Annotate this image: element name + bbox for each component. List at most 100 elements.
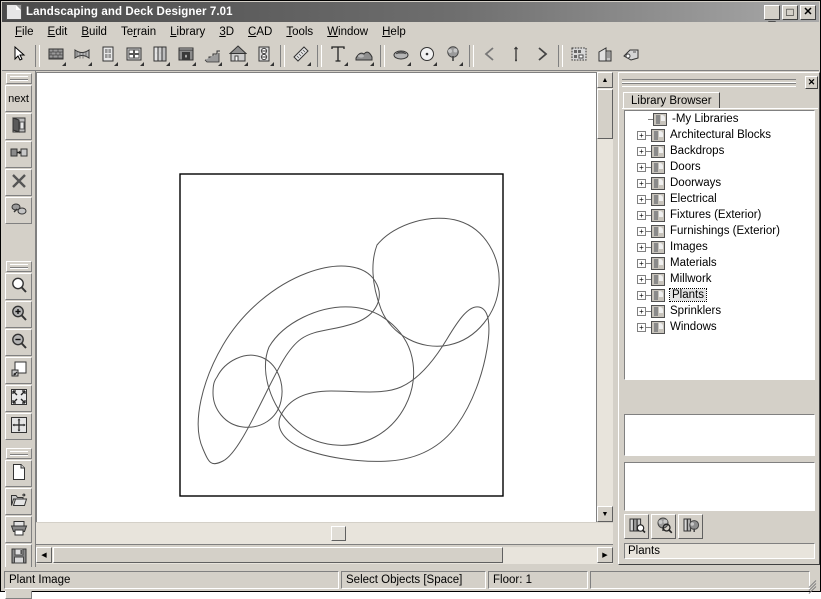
- door-tool[interactable]: [95, 43, 120, 68]
- expand-plus-icon[interactable]: +: [637, 259, 646, 268]
- tab-library-browser[interactable]: Library Browser: [623, 92, 720, 109]
- previous-view-button[interactable]: [477, 43, 502, 68]
- expand-plus-icon[interactable]: +: [637, 211, 646, 220]
- plant-region-tool[interactable]: [414, 43, 439, 68]
- plant-tool[interactable]: [440, 43, 465, 68]
- plan-drawing-area[interactable]: [36, 72, 606, 522]
- library-tree-item[interactable]: +Materials: [625, 255, 814, 271]
- dropdown-arrow-icon[interactable]: [433, 62, 437, 66]
- next-object-button[interactable]: next: [5, 85, 32, 112]
- library-tree[interactable]: -My Libraries+Architectural Blocks+Backd…: [624, 110, 815, 380]
- expand-plus-icon[interactable]: +: [637, 291, 646, 300]
- dropdown-arrow-icon[interactable]: [370, 62, 374, 66]
- library-tree-item[interactable]: +Furnishings (Exterior): [625, 223, 814, 239]
- next-view-button[interactable]: [529, 43, 554, 68]
- expand-plus-icon[interactable]: +: [637, 243, 646, 252]
- library-tree-item[interactable]: +Doorways: [625, 175, 814, 191]
- floor-plan-view-button[interactable]: [566, 43, 591, 68]
- toolbar-grip-zoom-group[interactable]: [6, 261, 32, 272]
- elevation-view-button[interactable]: [592, 43, 617, 68]
- zoom-window-button[interactable]: [5, 273, 32, 300]
- dropdown-arrow-icon[interactable]: [307, 62, 311, 66]
- library-tree-item[interactable]: +Architectural Blocks: [625, 127, 814, 143]
- library-tree-item[interactable]: +Millwork: [625, 271, 814, 287]
- window-tool[interactable]: [121, 43, 146, 68]
- dropdown-arrow-icon[interactable]: [62, 62, 66, 66]
- open-object-button[interactable]: [5, 113, 32, 140]
- dropdown-arrow-icon[interactable]: [192, 62, 196, 66]
- plant-library-button[interactable]: [678, 514, 703, 539]
- expand-plus-icon[interactable]: +: [637, 227, 646, 236]
- library-tree-item[interactable]: +Backdrops: [625, 143, 814, 159]
- add-break-button[interactable]: [5, 197, 32, 224]
- new-plan-button[interactable]: [5, 460, 32, 487]
- dropdown-arrow-icon[interactable]: [244, 62, 248, 66]
- zoom-out-button[interactable]: [5, 329, 32, 356]
- menu-help[interactable]: Help: [375, 24, 413, 40]
- scroll-up-button[interactable]: ▲: [597, 72, 613, 88]
- dropdown-arrow-icon[interactable]: [407, 62, 411, 66]
- pan-button[interactable]: [5, 413, 32, 440]
- expand-plus-icon[interactable]: +: [637, 179, 646, 188]
- splitter-handle[interactable]: [331, 526, 346, 541]
- library-tree-item[interactable]: +Windows: [625, 319, 814, 335]
- library-tree-item[interactable]: +Electrical: [625, 191, 814, 207]
- vertical-scroll-thumb[interactable]: [597, 89, 613, 139]
- menu-window[interactable]: Window: [320, 24, 375, 40]
- canvas-horizontal-scrollbar[interactable]: ◀ ▶: [36, 547, 613, 564]
- dropdown-arrow-icon[interactable]: [114, 62, 118, 66]
- library-tree-item[interactable]: +Doors: [625, 159, 814, 175]
- dropdown-arrow-icon[interactable]: [459, 62, 463, 66]
- delete-button[interactable]: [5, 169, 32, 196]
- horizontal-scroll-thumb[interactable]: [53, 547, 503, 563]
- expand-plus-icon[interactable]: +: [637, 307, 646, 316]
- dropdown-arrow-icon[interactable]: [344, 62, 348, 66]
- expand-plus-icon[interactable]: +: [637, 323, 646, 332]
- menu-library[interactable]: Library: [163, 24, 212, 40]
- menu-3d[interactable]: 3D: [212, 24, 241, 40]
- dropdown-arrow-icon[interactable]: [270, 62, 274, 66]
- library-tree-item[interactable]: +Plants: [625, 287, 814, 303]
- menu-build[interactable]: Build: [74, 24, 114, 40]
- resize-grip-icon[interactable]: [804, 576, 816, 588]
- stairs-tool[interactable]: [199, 43, 224, 68]
- maximize-button[interactable]: □: [782, 5, 798, 20]
- toolbar-grip-file-group[interactable]: [6, 448, 32, 459]
- scroll-right-button[interactable]: ▶: [597, 547, 613, 563]
- library-tree-item[interactable]: +Sprinklers: [625, 303, 814, 319]
- library-tree-item[interactable]: +Images: [625, 239, 814, 255]
- fill-window-button[interactable]: [5, 385, 32, 412]
- terrain-tool[interactable]: [351, 43, 376, 68]
- expand-plus-icon[interactable]: +: [637, 147, 646, 156]
- toolbar-grip-edit-group[interactable]: [6, 73, 32, 84]
- roof-tool[interactable]: [225, 43, 250, 68]
- close-icon[interactable]: ✕: [805, 76, 818, 89]
- close-button[interactable]: ✕: [800, 5, 816, 20]
- library-search-button[interactable]: [624, 514, 649, 539]
- electrical-tool[interactable]: [251, 43, 276, 68]
- cabinet-tool[interactable]: [147, 43, 172, 68]
- menu-cad[interactable]: CAD: [241, 24, 279, 40]
- transform-replicate-button[interactable]: [5, 141, 32, 168]
- scroll-down-button[interactable]: ▼: [597, 506, 613, 522]
- menu-tools[interactable]: Tools: [279, 24, 320, 40]
- fireplace-tool[interactable]: [173, 43, 198, 68]
- canvas-vertical-scrollbar[interactable]: ▲ ▼: [596, 72, 613, 522]
- menu-edit[interactable]: Edit: [41, 24, 75, 40]
- expand-plus-icon[interactable]: +: [637, 195, 646, 204]
- plant-chooser-button[interactable]: [651, 514, 676, 539]
- menu-terrain[interactable]: Terrain: [114, 24, 163, 40]
- open-plan-button[interactable]: [5, 488, 32, 515]
- library-tree-item[interactable]: -My Libraries: [625, 111, 814, 127]
- dropdown-arrow-icon[interactable]: [140, 62, 144, 66]
- expand-plus-icon[interactable]: +: [637, 131, 646, 140]
- dropdown-arrow-icon[interactable]: [88, 62, 92, 66]
- expand-plus-icon[interactable]: +: [637, 275, 646, 284]
- dropdown-arrow-icon[interactable]: [218, 62, 222, 66]
- dropdown-arrow-icon[interactable]: [166, 62, 170, 66]
- zoom-in-button[interactable]: [5, 301, 32, 328]
- panel-drag-handle[interactable]: ✕: [622, 76, 818, 89]
- library-tree-item[interactable]: +Fixtures (Exterior): [625, 207, 814, 223]
- railing-tool[interactable]: [69, 43, 94, 68]
- minimize-button[interactable]: _: [764, 5, 780, 20]
